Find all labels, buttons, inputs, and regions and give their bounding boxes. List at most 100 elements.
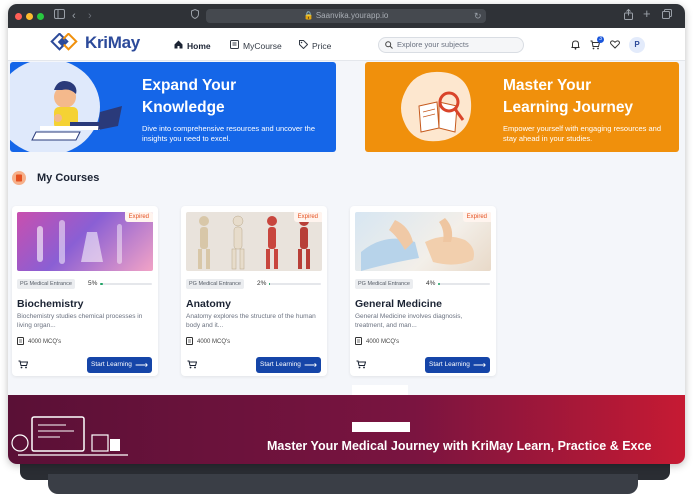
nav-price-label: Price <box>312 40 332 51</box>
nav-mycourse-label: MyCourse <box>243 40 282 51</box>
banner-1-title-line-2: Knowledge <box>142 99 225 116</box>
course-card-general-medicine[interactable]: Expired PG Medical Entrance 4% General M… <box>350 206 496 376</box>
url-text: Saanvika.yourapp.io <box>315 11 389 20</box>
document-icon <box>186 337 193 347</box>
krimay-logo-icon <box>50 32 82 53</box>
course-image-anatomy: Expired <box>186 212 322 271</box>
banner-2-title-line-1: Master Your <box>503 77 592 94</box>
close-window-dot[interactable] <box>15 13 22 20</box>
course-description: Biochemistry studies chemical processes … <box>17 313 143 329</box>
brand-name: KriMay <box>85 33 140 52</box>
arrow-right-icon: ⟶ <box>304 360 317 370</box>
minimize-window-dot[interactable] <box>26 13 33 20</box>
sidebar-icon[interactable] <box>54 9 65 23</box>
nav-home[interactable]: Home <box>174 40 211 51</box>
search-placeholder: Explore your subjects <box>397 40 469 49</box>
mcq-count: 4000 MCQ's <box>355 337 399 347</box>
my-courses-heading: My Courses <box>37 172 100 184</box>
banner-2-title-line-2: Learning Journey <box>503 99 634 116</box>
lock-icon: 🔒 <box>303 11 314 20</box>
book-magnifier-illustration <box>401 71 472 142</box>
mcq-count: 4000 MCQ's <box>186 337 230 347</box>
document-icon <box>17 337 24 347</box>
address-bar[interactable]: 🔒 Saanvika.yourapp.io <box>206 9 486 23</box>
bell-icon[interactable] <box>571 40 580 53</box>
progress-fill <box>100 283 103 285</box>
cart-count-badge: 3 <box>597 36 604 43</box>
progress-bar <box>100 283 152 285</box>
course-category: PG Medical Entrance <box>355 279 413 289</box>
footer-banner: Master Your Medical Journey with KriMay … <box>8 395 685 464</box>
heart-icon[interactable] <box>610 40 620 52</box>
mcq-count-label: 4000 MCQ's <box>197 339 231 345</box>
home-icon <box>174 40 183 51</box>
maximize-window-dot[interactable] <box>37 13 44 20</box>
book-icon <box>230 40 239 51</box>
start-learning-button[interactable]: Start Learning ⟶ <box>87 357 152 373</box>
progress-fill <box>438 283 441 285</box>
course-image-general-medicine: Expired <box>355 212 491 271</box>
nav-mycourse[interactable]: MyCourse <box>230 40 282 51</box>
search-input[interactable]: Explore your subjects <box>378 37 524 53</box>
banner-1-title-line-1: Expand Your <box>142 77 237 94</box>
progress-bar <box>438 283 490 285</box>
course-description: General Medicine involves diagnosis, tre… <box>355 313 463 329</box>
brand-logo[interactable]: KriMay <box>50 32 140 53</box>
start-learning-label: Start Learning <box>91 361 132 368</box>
footer-tagline: Master Your Medical Journey with KriMay … <box>267 439 652 453</box>
nav-home-label: Home <box>187 40 211 51</box>
start-learning-label: Start Learning <box>429 361 470 368</box>
expired-badge: Expired <box>124 212 153 222</box>
start-learning-button[interactable]: Start Learning ⟶ <box>425 357 490 373</box>
course-description: Anatomy explores the structure of the hu… <box>186 313 316 329</box>
course-name: General Medicine <box>355 298 442 310</box>
new-tab-icon[interactable]: + <box>643 7 651 21</box>
progress-percent: 5% <box>88 280 98 287</box>
progress-percent: 2% <box>257 280 267 287</box>
search-icon <box>385 38 393 54</box>
tabs-icon[interactable] <box>662 9 672 23</box>
banner-1-text: Dive into comprehensive resources and un… <box>142 124 316 143</box>
start-learning-button[interactable]: Start Learning ⟶ <box>256 357 321 373</box>
back-icon[interactable]: ‹ <box>72 9 76 23</box>
arrow-right-icon: ⟶ <box>135 360 148 370</box>
banner-expand-knowledge: Expand Your Knowledge Dive into comprehe… <box>10 62 336 152</box>
browser-toolbar: ‹ › 🔒 Saanvika.yourapp.io ↻ + <box>8 4 685 28</box>
reload-icon[interactable]: ↻ <box>474 9 482 23</box>
my-courses-icon <box>12 171 26 185</box>
footer-label-tab <box>352 422 410 432</box>
banner-2-text: Empower yourself with engaging resources… <box>503 124 662 143</box>
course-card-biochemistry[interactable]: Expired PG Medical Entrance 5% Biochemis… <box>12 206 158 376</box>
browser-window: ‹ › 🔒 Saanvika.yourapp.io ↻ + KriMay Hom… <box>8 4 685 464</box>
arrow-right-icon: ⟶ <box>473 360 486 370</box>
forward-icon[interactable]: › <box>88 9 92 23</box>
mcq-count-label: 4000 MCQ's <box>366 339 400 345</box>
add-to-cart-icon[interactable] <box>187 360 198 371</box>
avatar[interactable]: P <box>629 37 645 53</box>
progress-percent: 4% <box>426 280 436 287</box>
student-illustration <box>10 62 122 152</box>
progress-fill <box>269 283 271 285</box>
start-learning-label: Start Learning <box>260 361 301 368</box>
course-name: Anatomy <box>186 298 231 310</box>
tag-icon <box>299 40 309 51</box>
course-image-biochemistry: Expired <box>17 212 153 271</box>
add-to-cart-icon[interactable] <box>356 360 367 371</box>
nav-price[interactable]: Price <box>299 40 331 51</box>
banner-learning-journey: Master Your Learning Journey Empower you… <box>365 62 679 152</box>
shield-icon <box>191 8 199 24</box>
add-to-cart-icon[interactable] <box>18 360 29 371</box>
device-stand <box>48 474 638 494</box>
expired-badge: Expired <box>462 212 491 222</box>
progress-bar <box>269 283 321 285</box>
course-card-anatomy[interactable]: Expired PG Medical Entrance 2% Anatomy A… <box>181 206 327 376</box>
mcq-count: 4000 MCQ's <box>17 337 61 347</box>
share-icon[interactable] <box>624 8 633 24</box>
site-header: KriMay Home MyCourse Price Explore your … <box>8 28 685 61</box>
document-icon <box>355 337 362 347</box>
course-name: Biochemistry <box>17 298 84 310</box>
expired-badge: Expired <box>293 212 322 222</box>
course-category: PG Medical Entrance <box>186 279 244 289</box>
section-divider-tab <box>352 385 408 395</box>
desk-computer-illustration <box>11 416 128 456</box>
